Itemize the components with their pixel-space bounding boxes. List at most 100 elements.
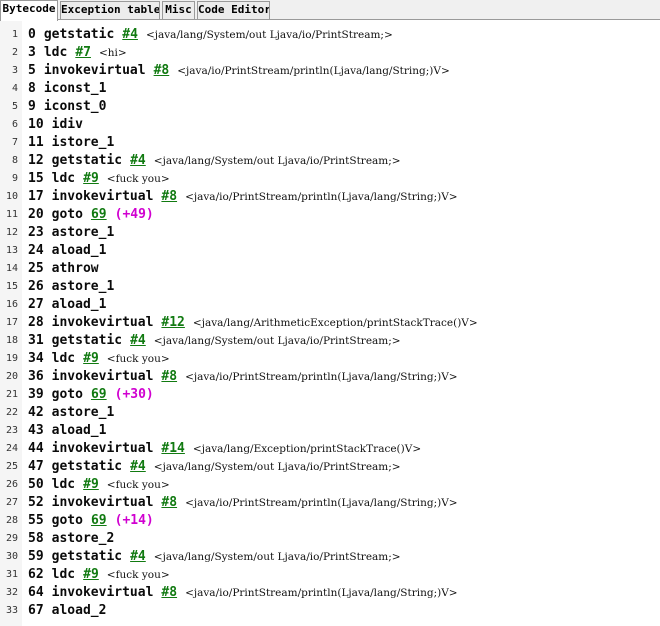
constant-pool-ref-link[interactable]: #14 [161,440,184,458]
constant-pool-ref-link[interactable]: #8 [161,188,177,206]
tab-exception-table[interactable]: Exception table [60,1,160,19]
line-number: 22 [5,407,18,418]
bytecode-line[interactable]: 16 27 aload_1 [0,296,660,314]
constant-pool-ref-link[interactable]: #8 [161,494,177,512]
bytecode-line[interactable]: 12 23 astore_1 [0,224,660,242]
bytecode-line[interactable]: 22 42 astore_1 [0,404,660,422]
bytecode-line[interactable]: 26 50 ldc #9 <fuck you> [0,476,660,494]
bytecode-offset: 42 [28,405,44,420]
jump-target-link[interactable]: 69 [91,206,107,224]
jump-offset: (+30) [114,387,154,402]
bytecode-line[interactable]: 20 36 invokevirtual #8 <java/io/PrintStream/… [0,368,660,386]
bytecode-offset: 31 [28,333,44,348]
constant-pool-ref-link[interactable]: #9 [83,350,99,368]
instruction: 55 goto 69 (+14) [28,512,154,530]
bytecode-line[interactable]: 27 52 invokevirtual #8 <java/io/PrintStream/… [0,494,660,512]
opcode: iconst_0 [43,99,107,114]
line-number: 3 [11,65,18,76]
constant-pool-ref-link[interactable]: #4 [130,548,146,566]
bytecode-line[interactable]: 19 34 ldc #9 <fuck you> [0,350,660,368]
opcode: getstatic [51,153,123,168]
line-number: 18 [5,335,18,346]
bytecode-line[interactable]: 11 20 goto 69 (+49) [0,206,660,224]
resolved-reference-comment: <java/lang/System/out Ljava/io/PrintStre… [153,551,401,563]
bytecode-line[interactable]: 1 0 getstatic #4 <java/lang/System/out Ljava… [0,26,660,44]
bytecode-line[interactable]: 7 11 istore_1 [0,134,660,152]
instruction: 15 ldc #9 <fuck you> [28,170,170,188]
constant-pool-ref-link[interactable]: #9 [83,476,99,494]
bytecode-line[interactable]: 4 8 iconst_1 [0,80,660,98]
instruction: 42 astore_1 [28,404,114,422]
bytecode-line[interactable]: 18 31 getstatic #4 <java/lang/System/out Lja… [0,332,660,350]
bytecode-offset: 12 [28,153,44,168]
resolved-reference-comment: <java/lang/Exception/printStackTrace()V> [192,443,422,455]
bytecode-line[interactable]: 15 26 astore_1 [0,278,660,296]
bytecode-offset: 67 [28,603,44,618]
instruction: 59 getstatic #4 <java/lang/System/out Ljava… [28,548,401,566]
instruction: 50 ldc #9 <fuck you> [28,476,170,494]
tab-code-editor[interactable]: Code Editor [197,1,270,19]
bytecode-line[interactable]: 30 59 getstatic #4 <java/lang/System/out Lja… [0,548,660,566]
instruction: 3 ldc #7 <hi> [28,44,127,62]
bytecode-line[interactable]: 23 43 aload_1 [0,422,660,440]
opcode: getstatic [51,459,123,474]
bytecode-line[interactable]: 28 55 goto 69 (+14) [0,512,660,530]
bytecode-line[interactable]: 24 44 invokevirtual #14 <java/lang/Exception… [0,440,660,458]
bytecode-offset: 9 [28,99,36,114]
tab-misc[interactable]: Misc [162,1,195,19]
bytecode-line[interactable]: 33 67 aload_2 [0,602,660,620]
constant-pool-ref-link[interactable]: #4 [130,152,146,170]
constant-pool-ref-link[interactable]: #4 [130,458,146,476]
bytecode-offset: 26 [28,279,44,294]
bytecode-line[interactable]: 5 9 iconst_0 [0,98,660,116]
line-number: 4 [11,83,18,94]
bytecode-line[interactable]: 2 3 ldc #7 <hi> [0,44,660,62]
line-number: 21 [5,389,18,400]
bytecode-line[interactable]: 31 62 ldc #9 <fuck you> [0,566,660,584]
resolved-reference-comment: <java/io/PrintStream/println(Ljava/lang/… [185,587,458,599]
bytecode-line[interactable]: 3 5 invokevirtual #8 <java/io/PrintStream/pr… [0,62,660,80]
opcode: goto [51,207,83,222]
resolved-reference-comment: <java/io/PrintStream/println(Ljava/lang/… [177,65,450,77]
tab-bytecode[interactable]: Bytecode [0,0,58,21]
resolved-reference-comment: <java/lang/System/out Ljava/io/PrintStre… [145,29,393,41]
bytecode-line[interactable]: 14 25 athrow [0,260,660,278]
line-number: 33 [5,605,18,616]
instruction: 31 getstatic #4 <java/lang/System/out Ljava… [28,332,401,350]
instruction: 26 astore_1 [28,278,114,296]
bytecode-line[interactable]: 32 64 invokevirtual #8 <java/io/PrintStream/… [0,584,660,602]
jump-target-link[interactable]: 69 [91,386,107,404]
opcode: invokevirtual [51,369,154,384]
line-number: 25 [5,461,18,472]
opcode: astore_2 [51,531,115,546]
bytecode-line[interactable]: 25 47 getstatic #4 <java/lang/System/out Lja… [0,458,660,476]
constant-pool-ref-link[interactable]: #9 [83,170,99,188]
bytecode-line[interactable]: 17 28 invokevirtual #12 <java/lang/Arithmeti… [0,314,660,332]
constant-pool-ref-link[interactable]: #8 [161,584,177,602]
bytecode-line[interactable]: 13 24 aload_1 [0,242,660,260]
constant-pool-ref-link[interactable]: #4 [130,332,146,350]
bytecode-line[interactable]: 6 10 idiv [0,116,660,134]
opcode: ldc [51,477,76,492]
bytecode-editor[interactable]: 1 0 getstatic #4 <java/lang/System/out Ljava… [0,20,660,626]
constant-pool-ref-link[interactable]: #4 [122,26,138,44]
opcode: goto [51,513,83,528]
resolved-reference-comment: <fuck you> [106,479,170,491]
bytecode-line[interactable]: 8 12 getstatic #4 <java/lang/System/out Ljav… [0,152,660,170]
jump-target-link[interactable]: 69 [91,512,107,530]
constant-pool-ref-link[interactable]: #12 [161,314,184,332]
resolved-reference-comment: <fuck you> [106,569,170,581]
bytecode-line[interactable]: 9 15 ldc #9 <fuck you> [0,170,660,188]
constant-pool-ref-link[interactable]: #8 [154,62,170,80]
constant-pool-ref-link[interactable]: #8 [161,368,177,386]
constant-pool-ref-link[interactable]: #7 [75,44,91,62]
constant-pool-ref-link[interactable]: #9 [83,566,99,584]
bytecode-line[interactable]: 21 39 goto 69 (+30) [0,386,660,404]
opcode: istore_1 [51,135,115,150]
instruction: 64 invokevirtual #8 <java/io/PrintStream/pr… [28,584,458,602]
line-number: 26 [5,479,18,490]
resolved-reference-comment: <hi> [98,47,127,59]
bytecode-line[interactable]: 29 58 astore_2 [0,530,660,548]
line-number: 13 [5,245,18,256]
bytecode-line[interactable]: 10 17 invokevirtual #8 <java/io/PrintStream/… [0,188,660,206]
